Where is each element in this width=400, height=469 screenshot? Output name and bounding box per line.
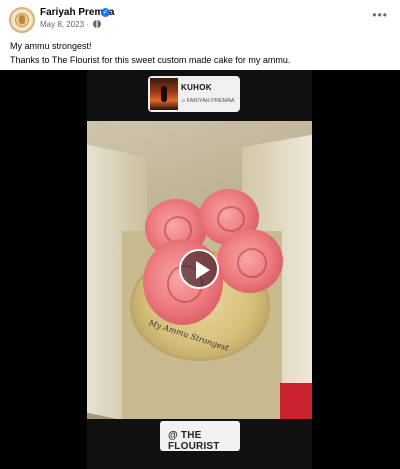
post-meta: May 8, 2023 · — [40, 20, 102, 29]
music-sticker: KUHOK ♫ FARIYAH PREMAA — [148, 76, 240, 112]
mention-tag[interactable]: @ THE FLOURIST — [160, 421, 240, 452]
page-link-the-flourist[interactable]: The Flourist — [52, 55, 100, 65]
mention-tag-label: @ THE FLOURIST — [168, 430, 220, 452]
avatar-figure — [19, 15, 25, 24]
more-options-button[interactable]: ••• — [372, 8, 388, 22]
feed-post: Fariyah Premaa ✓ May 8, 2023 · ••• My am… — [0, 0, 400, 469]
music-artist: ♫ FARIYAH PREMAA — [181, 98, 235, 104]
post-text-prefix: Thanks to — [10, 55, 52, 65]
music-thumbnail — [150, 78, 178, 110]
meta-separator: · — [86, 20, 89, 29]
red-ribbon — [280, 383, 312, 419]
play-icon[interactable] — [179, 249, 219, 289]
rose-right — [217, 229, 283, 293]
post-header: Fariyah Premaa ✓ May 8, 2023 · ••• — [0, 0, 400, 36]
verified-badge-icon: ✓ — [101, 8, 110, 17]
cake-photo: My Ammu Strongest — [87, 121, 312, 419]
post-text-suffix: for this sweet custom made cake for my a… — [99, 55, 291, 65]
reel-video[interactable]: KUHOK ♫ FARIYAH PREMAA My Ammu Strongest… — [87, 70, 312, 469]
globe-icon — [93, 20, 102, 28]
post-text-line-1: My ammu strongest! — [10, 41, 92, 51]
post-text-line-2: Thanks to The Flourist for this sweet cu… — [10, 53, 290, 67]
post-media[interactable]: KUHOK ♫ FARIYAH PREMAA My Ammu Strongest… — [0, 70, 400, 469]
music-title: KUHOK — [181, 83, 212, 92]
post-date[interactable]: May 8, 2023 — [40, 20, 84, 29]
author-avatar[interactable] — [9, 7, 35, 33]
